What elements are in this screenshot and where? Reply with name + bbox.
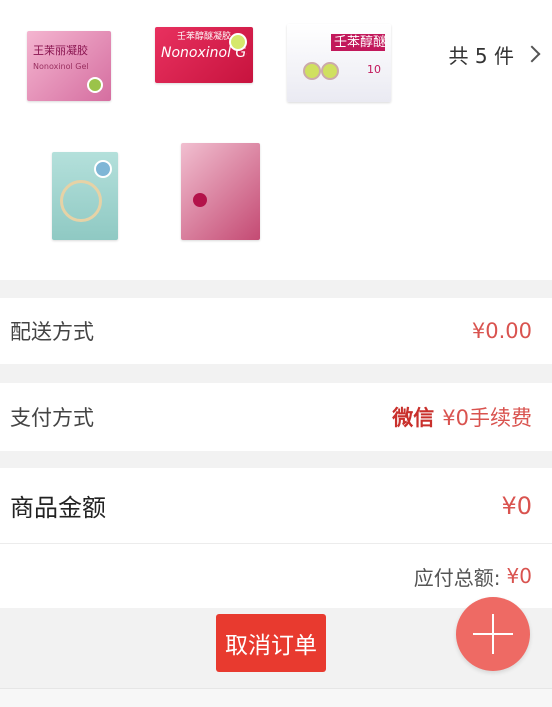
kiwi-icon bbox=[87, 77, 103, 93]
delivery-value: ¥0.00 bbox=[471, 319, 532, 343]
payment-row[interactable]: 支付方式 微信 ¥0手续费 bbox=[0, 383, 552, 451]
product-image[interactable]: 壬苯醇醚栓 10 bbox=[287, 24, 391, 102]
amount-label: 商品金额 bbox=[10, 494, 106, 522]
product-name: 壬苯醇醚栓 bbox=[331, 34, 385, 51]
product-sub: Nonoxinol Gel bbox=[33, 62, 89, 71]
product-image[interactable]: 壬苯醇醚凝胶 Nonoxinol Gel bbox=[155, 27, 253, 83]
total-value: ¥0 bbox=[506, 564, 532, 588]
amount-row: 商品金额 ¥0 bbox=[0, 468, 552, 543]
payment-value: 微信 ¥0手续费 bbox=[392, 402, 532, 432]
flower-icon bbox=[193, 193, 207, 207]
product-count-link[interactable]: 共 5 件 bbox=[448, 38, 541, 70]
add-fab-button[interactable] bbox=[456, 597, 530, 671]
cancel-order-button[interactable]: 取消订单 bbox=[216, 614, 326, 672]
kiwi-icon bbox=[303, 62, 321, 80]
product-count-label: 共 5 件 bbox=[448, 43, 514, 68]
kiwi-icon bbox=[321, 62, 339, 80]
bottom-divider bbox=[0, 688, 552, 707]
payment-label: 支付方式 bbox=[10, 406, 94, 430]
delivery-label: 配送方式 bbox=[10, 320, 94, 344]
payment-fee: ¥0手续费 bbox=[442, 406, 532, 430]
total-row: 应付总额: ¥0 bbox=[0, 543, 552, 608]
product-name: 王茉丽凝胶 bbox=[33, 45, 88, 57]
amount-value: ¥0 bbox=[501, 491, 532, 520]
spiral-icon bbox=[60, 180, 102, 222]
product-image[interactable] bbox=[52, 152, 118, 240]
kiwi-icon bbox=[229, 33, 247, 51]
total-label: 应付总额: bbox=[413, 565, 501, 590]
payment-method: 微信 bbox=[392, 406, 435, 430]
product-list[interactable]: 王茉丽凝胶 Nonoxinol Gel 壬苯醇醚凝胶 Nonoxinol Gel… bbox=[0, 0, 552, 280]
badge-icon bbox=[94, 160, 112, 178]
product-sub: 10 bbox=[367, 64, 381, 76]
chevron-right-icon bbox=[523, 45, 541, 63]
product-image[interactable]: 王茉丽凝胶 Nonoxinol Gel bbox=[27, 31, 111, 101]
delivery-row[interactable]: 配送方式 ¥0.00 bbox=[0, 298, 552, 364]
product-image[interactable] bbox=[181, 143, 260, 240]
